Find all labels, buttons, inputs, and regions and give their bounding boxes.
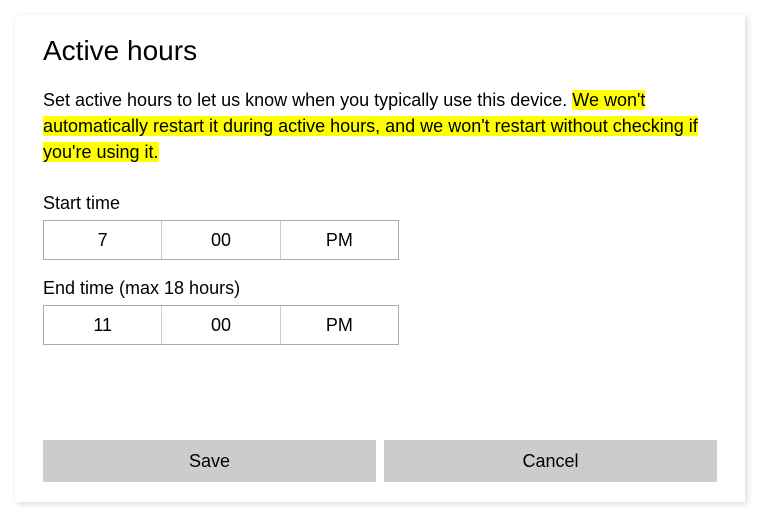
start-time-picker[interactable]: 7 00 PM — [43, 220, 399, 260]
save-button[interactable]: Save — [43, 440, 376, 482]
start-hour[interactable]: 7 — [44, 221, 162, 259]
end-hour[interactable]: 11 — [44, 306, 162, 344]
start-minute[interactable]: 00 — [162, 221, 280, 259]
end-minute[interactable]: 00 — [162, 306, 280, 344]
active-hours-dialog: Active hours Set active hours to let us … — [15, 15, 745, 502]
end-ampm[interactable]: PM — [281, 306, 398, 344]
end-time-group: End time (max 18 hours) 11 00 PM — [43, 278, 717, 345]
dialog-title: Active hours — [43, 35, 717, 67]
end-time-label: End time (max 18 hours) — [43, 278, 717, 299]
start-time-label: Start time — [43, 193, 717, 214]
end-time-picker[interactable]: 11 00 PM — [43, 305, 399, 345]
description-text: Set active hours to let us know when you… — [43, 87, 717, 165]
button-row: Save Cancel — [43, 440, 717, 482]
start-ampm[interactable]: PM — [281, 221, 398, 259]
start-time-group: Start time 7 00 PM — [43, 193, 717, 260]
cancel-button[interactable]: Cancel — [384, 440, 717, 482]
description-plain: Set active hours to let us know when you… — [43, 90, 572, 110]
